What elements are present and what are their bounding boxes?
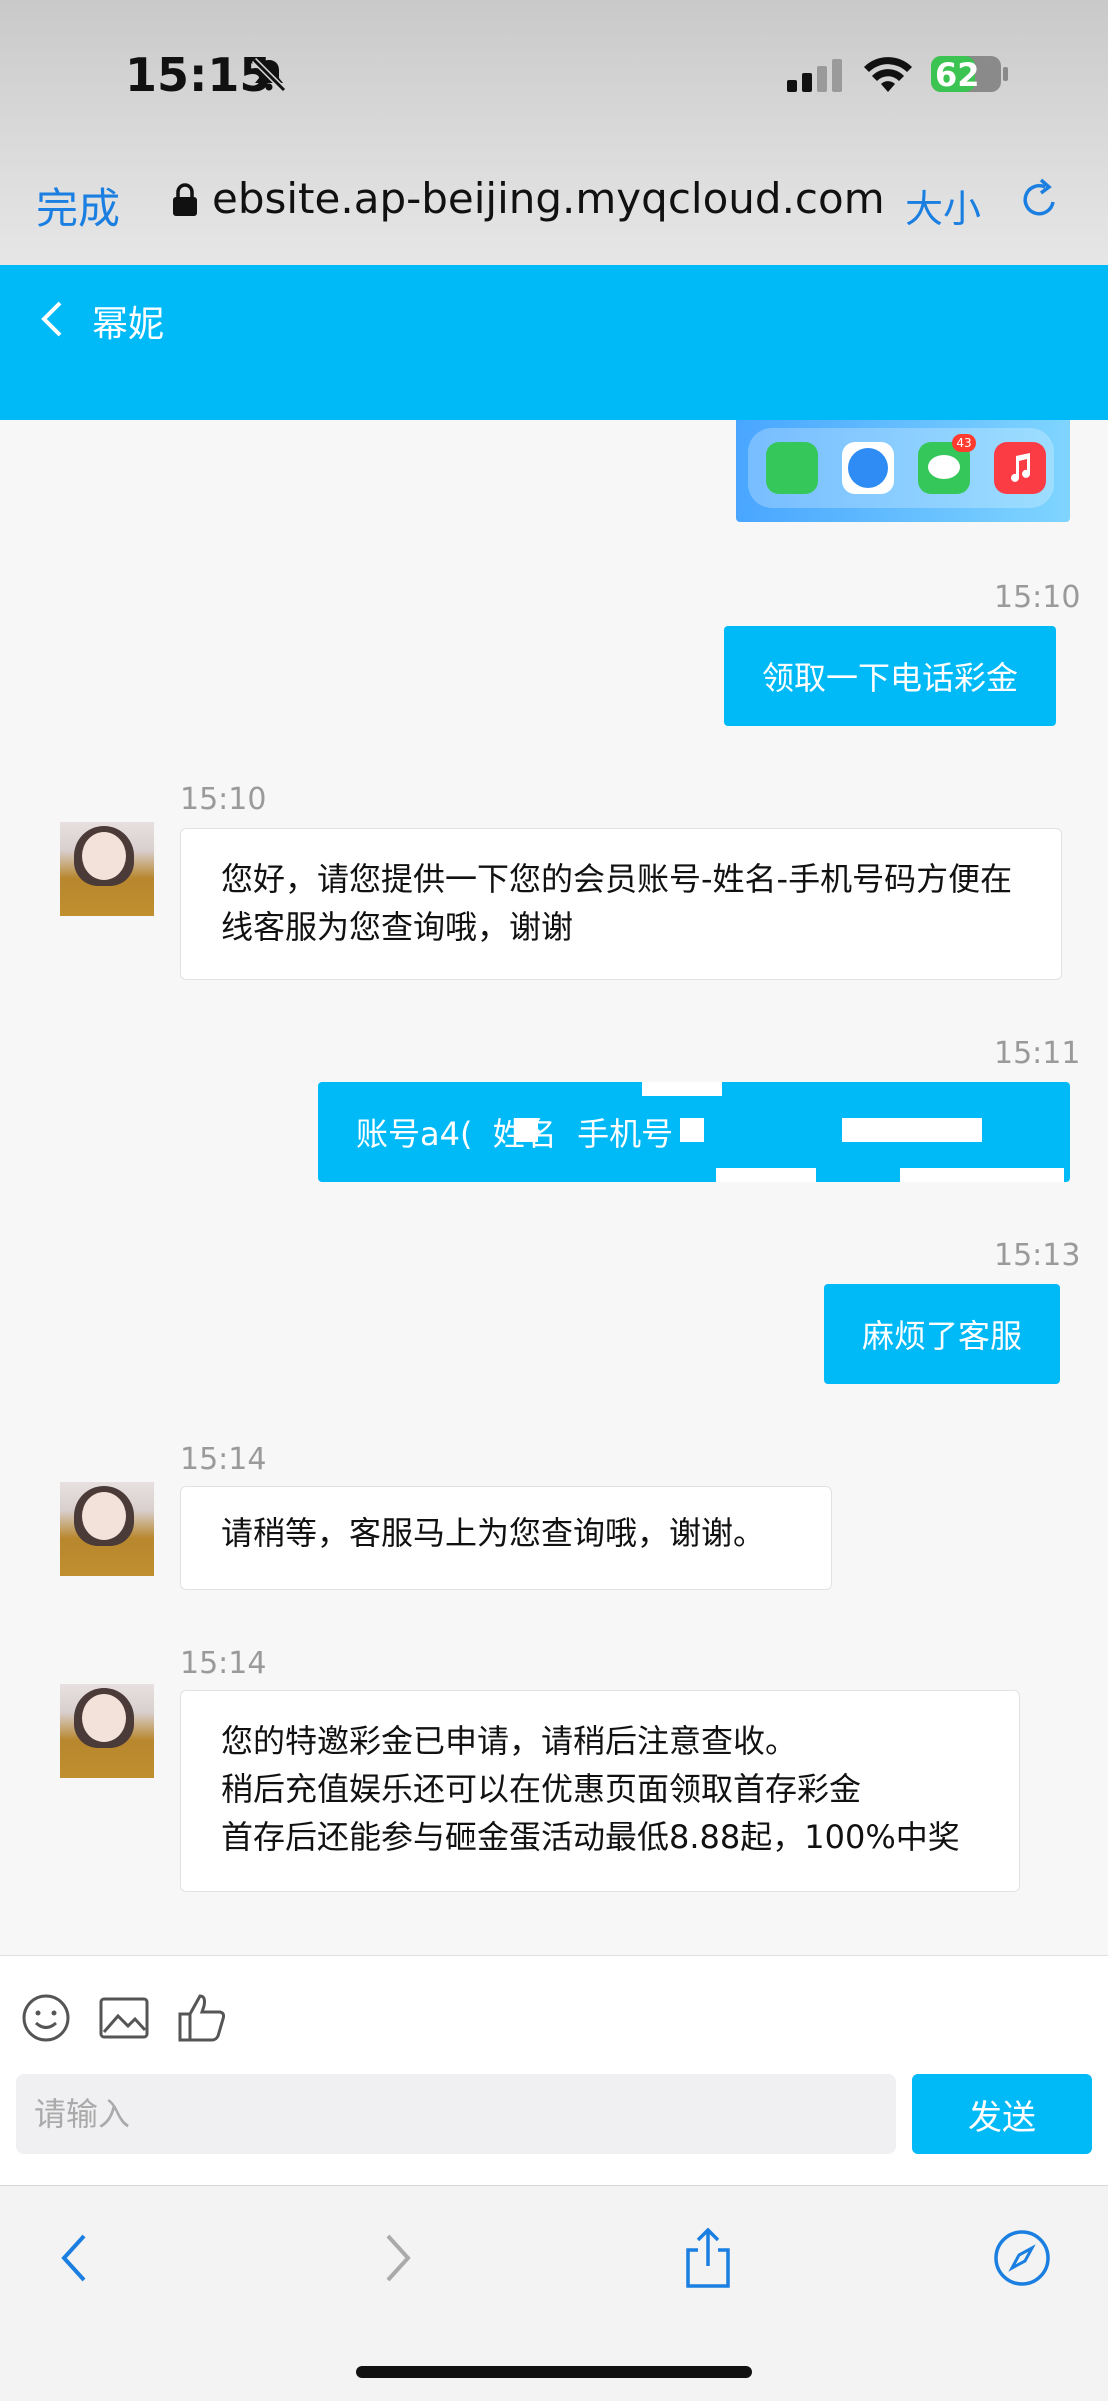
message-time: 15:14	[180, 1442, 267, 1477]
back-arrow-icon[interactable]	[36, 297, 66, 341]
redaction-block	[680, 1118, 704, 1142]
dock-preview: 43	[748, 428, 1054, 508]
safari-app-icon	[842, 442, 894, 494]
emoji-icon[interactable]	[20, 1992, 72, 2044]
thumbs-up-icon[interactable]	[176, 1992, 228, 2044]
message-time: 15:10	[994, 580, 1081, 615]
share-icon[interactable]	[678, 2228, 738, 2288]
messages-app-icon: 43	[918, 434, 976, 494]
incoming-message[interactable]: 请稍等，客服马上为您查询哦，谢谢。	[180, 1486, 832, 1590]
message-time: 15:14	[180, 1646, 267, 1681]
redaction-block	[642, 1082, 722, 1096]
composer: 发送	[0, 1955, 1108, 2186]
home-indicator	[356, 2366, 752, 2378]
message-list[interactable]: 43 15:10 领取一下电话彩金 15:10 您好，请您提供一下您的会员账号-…	[0, 420, 1108, 1955]
message-line: 稍后充值娱乐还可以在优惠页面领取首存彩金	[221, 1770, 862, 1808]
incoming-message[interactable]: 您的特邀彩金已申请，请稍后注意查收。 稍后充值娱乐还可以在优惠页面领取首存彩金 …	[180, 1690, 1020, 1892]
phone-app-icon	[766, 442, 818, 494]
forward-icon[interactable]	[366, 2228, 426, 2288]
browser-top-bar: 15:15 62 完成 ebsite.ap-beijing.myqcloud.c…	[0, 0, 1108, 265]
outgoing-message[interactable]: 麻烦了客服	[824, 1284, 1061, 1384]
lock-icon	[173, 183, 197, 216]
redaction-block	[900, 1168, 1064, 1182]
agent-avatar[interactable]	[60, 1482, 154, 1576]
done-button[interactable]: 完成	[36, 175, 120, 236]
agent-avatar[interactable]	[60, 1684, 154, 1778]
message-line: 首存后还能参与砸金蛋活动最低8.88起，100%中奖	[221, 1818, 960, 1856]
unread-badge: 43	[952, 434, 976, 452]
outgoing-message[interactable]: 领取一下电话彩金	[724, 626, 1057, 726]
message-time: 15:11	[994, 1036, 1081, 1071]
battery-level: 62	[935, 56, 980, 94]
message-time: 15:10	[180, 782, 267, 817]
send-button[interactable]: 发送	[912, 2074, 1092, 2154]
shared-screenshot-image[interactable]: 43	[736, 420, 1070, 522]
redaction-block	[716, 1168, 816, 1182]
browser-bottom-toolbar	[0, 2185, 1108, 2401]
message-input[interactable]	[16, 2074, 896, 2154]
reload-icon[interactable]	[1015, 176, 1063, 224]
image-icon[interactable]	[98, 1992, 150, 2044]
bell-muted-icon	[251, 57, 287, 93]
agent-avatar[interactable]	[60, 822, 154, 916]
wifi-icon	[864, 57, 912, 92]
message-line: 您的特邀彩金已申请，请稍后注意查收。	[221, 1722, 798, 1760]
back-icon[interactable]	[46, 2228, 106, 2288]
compass-icon[interactable]	[992, 2228, 1052, 2288]
chat-header: 幂妮	[0, 265, 1108, 420]
redaction-block	[514, 1118, 538, 1142]
music-app-icon	[994, 442, 1046, 494]
chat-title: 幂妮	[92, 304, 165, 345]
cellular-signal-icon	[787, 59, 842, 92]
text-size-button[interactable]: 大小	[905, 178, 981, 233]
message-time: 15:13	[994, 1238, 1081, 1273]
incoming-message[interactable]: 您好，请您提供一下您的会员账号-姓名-手机号码方便在线客服为您查询哦，谢谢	[180, 828, 1062, 980]
redaction-block	[842, 1118, 982, 1142]
address-bar-url[interactable]: ebsite.ap-beijing.myqcloud.com	[212, 174, 885, 223]
